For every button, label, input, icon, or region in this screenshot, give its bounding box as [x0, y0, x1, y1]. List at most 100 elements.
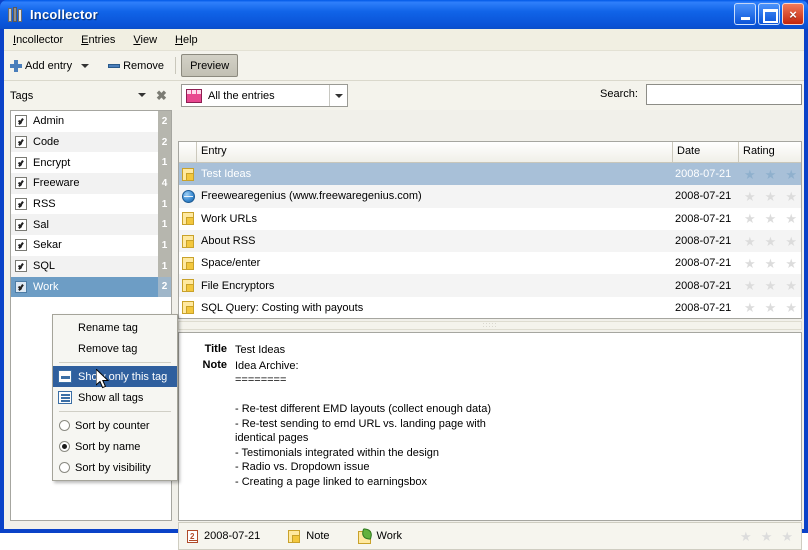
star-icon[interactable]: ★ — [765, 168, 777, 181]
menu-help[interactable]: Help — [166, 31, 207, 49]
tag-checkbox[interactable] — [15, 260, 27, 273]
context-item-sort-by-name[interactable]: Sort by name — [53, 436, 177, 457]
menu-incollector[interactable]: IIncollectorncollector — [4, 31, 72, 49]
star-icon[interactable]: ★ — [765, 301, 777, 314]
preview-button[interactable]: Preview — [181, 54, 239, 77]
column-header-date[interactable]: Date — [673, 142, 739, 162]
context-item-show-only-this-tag[interactable]: Show only this tag — [53, 366, 177, 387]
search-field[interactable] — [646, 84, 802, 105]
star-icon[interactable]: ★ — [744, 279, 756, 292]
star-icon[interactable]: ★ — [765, 257, 777, 270]
star-icon[interactable]: ★ — [785, 301, 797, 314]
star-icon[interactable]: ★ — [744, 301, 756, 314]
star-icon[interactable]: ★ — [744, 257, 756, 270]
tag-row-sekar[interactable]: Sekar 1 — [11, 235, 171, 256]
add-entry-dropdown-button[interactable] — [78, 54, 92, 77]
column-header-entry[interactable]: Entry — [197, 142, 673, 162]
star-icon[interactable]: ★ — [744, 235, 756, 248]
star-icon[interactable]: ★ — [740, 530, 752, 543]
tag-counter-badge: 1 — [158, 255, 171, 277]
context-item-label: Sort by visibility — [75, 461, 151, 474]
status-date-group: 2008-07-21 — [187, 529, 260, 543]
tag-label: Sekar — [33, 239, 62, 252]
filter-dropdown-arrow[interactable] — [329, 85, 347, 106]
context-item-rename-tag[interactable]: Rename tag — [53, 317, 177, 338]
tag-checkbox[interactable] — [15, 239, 27, 252]
menu-entries[interactable]: Entries — [72, 31, 124, 49]
tag-checkbox[interactable] — [15, 156, 27, 169]
tag-context-menu[interactable]: Rename tag Remove tag Show only this tag… — [52, 314, 178, 481]
star-icon[interactable]: ★ — [785, 279, 797, 292]
remove-button[interactable]: Remove — [102, 54, 170, 77]
star-icon[interactable]: ★ — [765, 279, 777, 292]
tag-checkbox[interactable] — [15, 218, 27, 231]
tag-row-rss[interactable]: RSS 1 — [11, 193, 171, 215]
entry-rating[interactable]: ★ ★ ★ — [739, 235, 801, 248]
tag-counter-badge: 4 — [158, 173, 171, 194]
context-item-sort-by-visibility[interactable]: Sort by visibility — [53, 457, 177, 478]
column-header-icon[interactable] — [179, 142, 197, 162]
entries-filter-combobox[interactable]: All the entries — [181, 84, 348, 107]
entry-rating[interactable]: ★ ★ ★ — [739, 279, 801, 292]
star-icon[interactable]: ★ — [785, 212, 797, 225]
star-icon[interactable]: ★ — [765, 235, 777, 248]
table-row[interactable]: Work URLs 2008-07-21 ★ ★ ★ — [179, 207, 801, 230]
entry-rating[interactable]: ★ ★ ★ — [739, 212, 801, 225]
star-icon[interactable]: ★ — [785, 190, 797, 203]
tag-row-sql[interactable]: SQL 1 — [11, 255, 171, 277]
tag-row-code[interactable]: Code 2 — [11, 131, 171, 153]
tag-row-work[interactable]: Work 2 — [11, 276, 171, 298]
radio-icon-selected[interactable] — [59, 441, 70, 452]
minimize-button[interactable] — [734, 3, 756, 25]
radio-icon[interactable] — [59, 420, 70, 431]
horizontal-splitter[interactable]: ::::: — [178, 321, 802, 330]
star-icon[interactable]: ★ — [765, 212, 777, 225]
radio-icon[interactable] — [59, 462, 70, 473]
close-button[interactable]: × — [782, 3, 804, 25]
entry-list-panel[interactable]: Entry Date Rating Test Ideas 2008-07-21 … — [178, 141, 802, 319]
tag-row-admin[interactable]: Admin 2 — [11, 111, 171, 132]
star-icon[interactable]: ★ — [785, 235, 797, 248]
context-item-show-all-tags[interactable]: Show all tags — [53, 387, 177, 408]
star-icon[interactable]: ★ — [785, 168, 797, 181]
tags-dropdown-icon[interactable] — [138, 93, 146, 97]
tag-checkbox[interactable] — [15, 136, 27, 149]
entry-rating[interactable]: ★ ★ ★ — [739, 168, 801, 181]
search-input[interactable] — [647, 85, 801, 104]
star-icon[interactable]: ★ — [744, 190, 756, 203]
tag-checkbox[interactable] — [15, 115, 27, 128]
menu-view[interactable]: View — [124, 31, 166, 49]
table-row[interactable]: About RSS 2008-07-21 ★ ★ ★ — [179, 229, 801, 253]
entry-title: About RSS — [201, 235, 256, 248]
clear-tags-icon[interactable]: ✖ — [154, 88, 169, 103]
maximize-button[interactable] — [758, 3, 780, 25]
star-icon[interactable]: ★ — [781, 530, 793, 543]
context-item-remove-tag[interactable]: Remove tag — [53, 338, 177, 359]
entry-rating[interactable]: ★ ★ ★ — [739, 301, 801, 314]
star-icon[interactable]: ★ — [744, 168, 756, 181]
calendar-icon — [187, 529, 198, 543]
tag-row-encrypt[interactable]: Encrypt 1 — [11, 152, 171, 174]
column-header-rating[interactable]: Rating — [739, 142, 801, 162]
table-row[interactable]: SQL Query: Costing with payouts 2008-07-… — [179, 296, 801, 318]
table-row[interactable]: Freewearegenius (www.freewaregenius.com)… — [179, 185, 801, 208]
star-icon[interactable]: ★ — [761, 530, 773, 543]
table-row[interactable]: Space/enter 2008-07-21 ★ ★ ★ — [179, 252, 801, 275]
tag-row-freeware[interactable]: Freeware 4 — [11, 173, 171, 194]
table-row[interactable]: File Encryptors 2008-07-21 ★ ★ ★ — [179, 274, 801, 297]
star-icon[interactable]: ★ — [765, 190, 777, 203]
entry-rating[interactable]: ★ ★ ★ — [739, 190, 801, 203]
context-item-sort-by-counter[interactable]: Sort by counter — [53, 415, 177, 436]
entry-rating[interactable]: ★ ★ ★ — [739, 257, 801, 270]
tag-checkbox[interactable] — [15, 198, 27, 211]
tag-row-sal[interactable]: Sal 1 — [11, 214, 171, 236]
entry-date: 2008-07-21 — [675, 212, 732, 225]
context-item-label: Show only this tag — [78, 370, 168, 383]
tag-checkbox[interactable] — [15, 280, 27, 293]
star-icon[interactable]: ★ — [785, 257, 797, 270]
tag-checkbox[interactable] — [15, 177, 27, 190]
status-rating[interactable]: ★ ★ ★ — [740, 530, 793, 543]
star-icon[interactable]: ★ — [744, 212, 756, 225]
table-row[interactable]: Test Ideas 2008-07-21 ★ ★ ★ — [179, 163, 801, 186]
add-entry-button[interactable]: Add entry — [4, 54, 78, 77]
